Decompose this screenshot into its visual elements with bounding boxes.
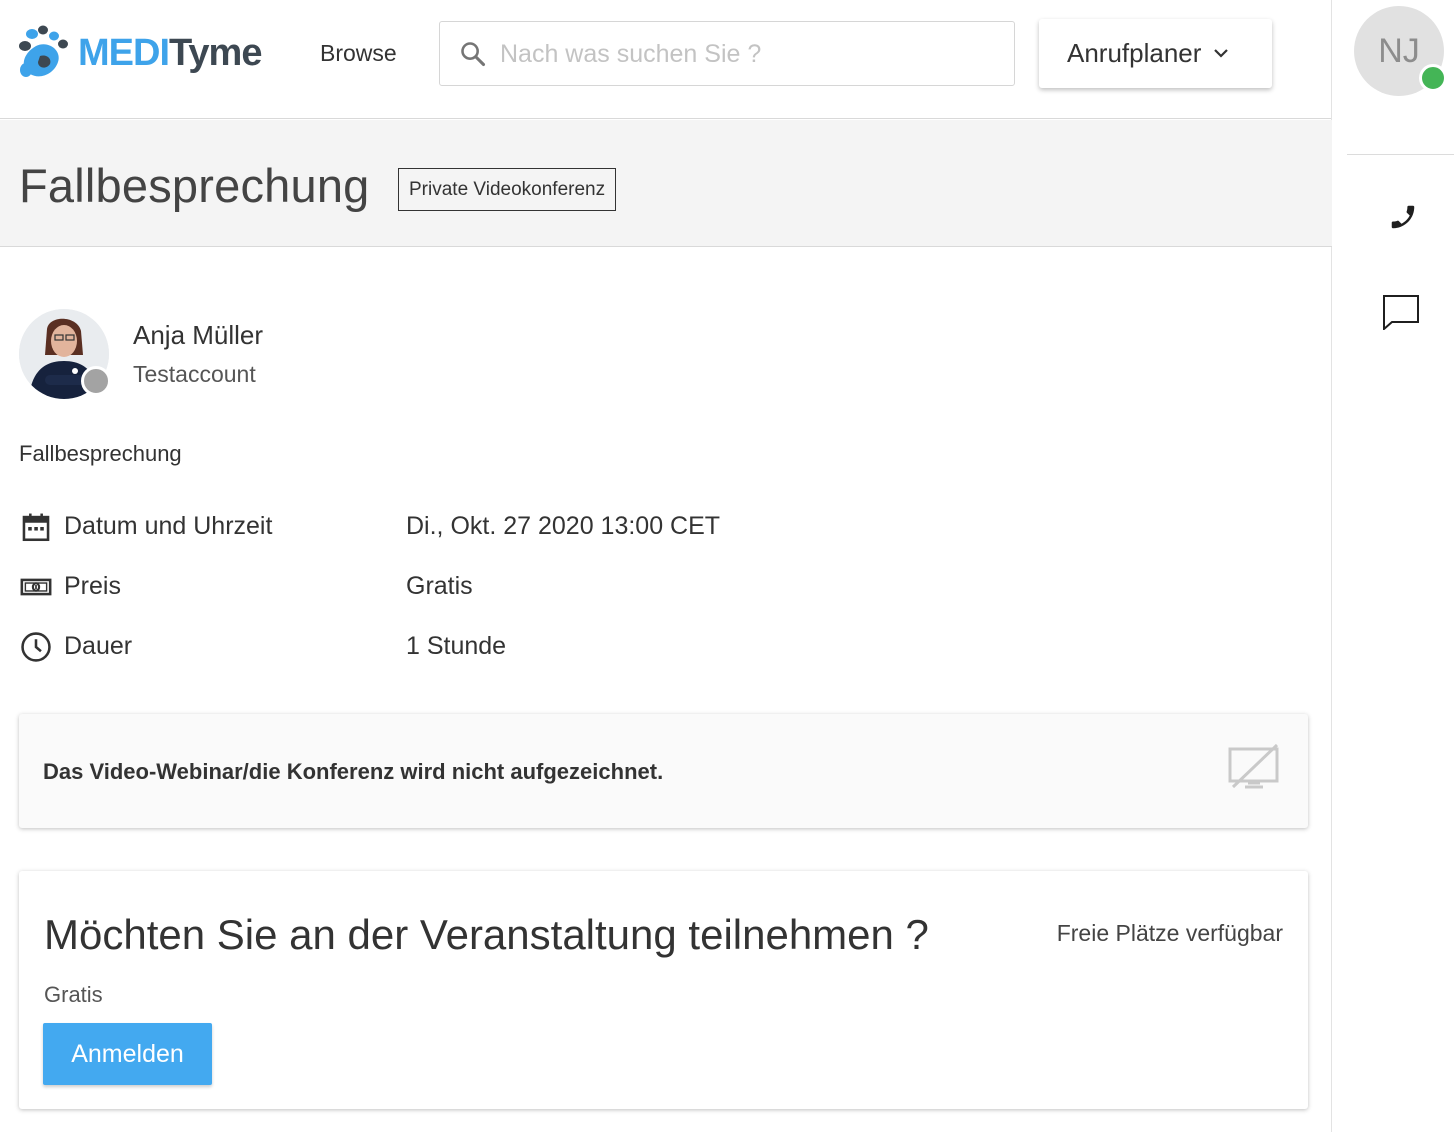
user-online-status [1419,64,1447,92]
detail-value: Di., Okt. 27 2020 13:00 CET [406,512,721,540]
host-status-indicator [81,366,111,396]
money-icon [19,570,53,609]
register-button[interactable]: Anmelden [43,1023,212,1085]
search-icon [459,40,487,73]
host-name[interactable]: Anja Müller [133,320,263,351]
detail-label: Preis [64,572,121,600]
detail-label: Datum und Uhrzeit [64,512,273,540]
join-price: Gratis [44,982,103,1007]
logo-text: MEDITyme [78,32,262,74]
title-band: Fallbesprechung Private Videokonferenz [0,120,1332,247]
detail-label: Dauer [64,632,133,660]
recording-notice-card: Das Video-Webinar/die Konferenz wird nic… [19,714,1308,828]
clock-icon [19,630,53,669]
event-description: Fallbesprechung [19,441,182,466]
join-title: Möchten Sie an der Veranstaltung teilneh… [44,911,929,958]
calendar-icon [19,510,53,549]
join-card: Möchten Sie an der Veranstaltung teilneh… [19,871,1308,1109]
detail-row-price: Preis Gratis [19,568,919,608]
seats-available-text: Freie Plätze verfügbar [1056,920,1283,946]
logo-text-medi: MEDI [78,32,170,74]
search-box[interactable] [439,21,1015,86]
top-bar: MEDITyme Browse Anrufplaner [0,0,1332,119]
phone-icon[interactable] [1388,200,1418,239]
search-input[interactable] [500,32,1000,76]
no-recording-icon [1227,743,1281,796]
logo[interactable]: MEDITyme [18,24,262,82]
chat-icon[interactable] [1382,294,1420,335]
detail-value: Gratis [406,572,473,600]
user-initials: NJ [1378,31,1420,70]
call-planner-dropdown[interactable]: Anrufplaner [1039,19,1272,88]
right-rail: NJ [1331,0,1454,1132]
detail-value: 1 Stunde [406,632,507,660]
event-type-badge: Private Videokonferenz [398,168,617,211]
detail-row-duration: Dauer 1 Stunde [19,628,919,668]
chevron-down-icon [1213,46,1229,64]
call-planner-label: Anrufplaner [1067,38,1202,68]
logo-text-tyme: Tyme [169,32,262,74]
paw-logo-icon [18,24,72,82]
recording-notice-text: Das Video-Webinar/die Konferenz wird nic… [43,759,664,784]
detail-row-datetime: Datum und Uhrzeit Di., Okt. 27 2020 13:0… [19,508,919,548]
browse-link[interactable]: Browse [320,40,397,67]
page-title: Fallbesprechung [19,159,370,212]
rail-divider [1347,154,1454,155]
host-role: Testaccount [133,361,256,387]
